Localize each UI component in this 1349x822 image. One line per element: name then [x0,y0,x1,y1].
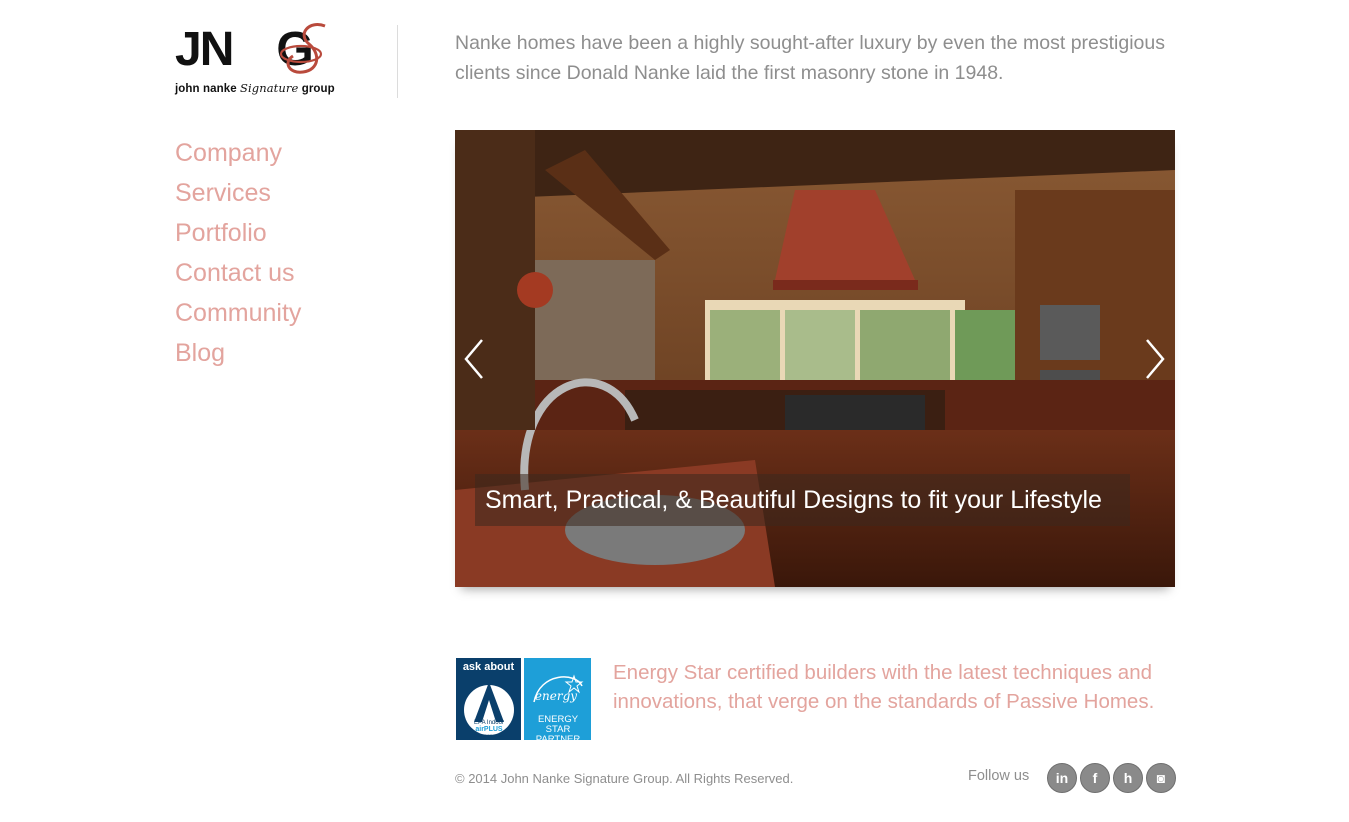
energy-script-text: energy [535,689,577,703]
nav-item-contact-us[interactable]: Contact us [175,253,301,293]
logo[interactable]: JN G john nanke Signature group [175,22,370,100]
logo-subtitle: john nanke Signature group [175,81,335,95]
intro-text: Nanke homes have been a highly sought-af… [455,32,1165,84]
nav-item-portfolio[interactable]: Portfolio [175,213,301,253]
follow-us-label: Follow us [968,768,1030,784]
instagram-icon[interactable]: ◙ [1146,763,1176,793]
copyright-text: © 2014 John Nanke Signature Group. All R… [455,771,794,786]
certification-badges: ask about EPA Indoor airPLUS QUALIFIED H… [456,658,591,745]
airplus-line2: airPLUS [475,726,503,733]
nav-item-company[interactable]: Company [175,133,301,173]
airplus-ask-about: ask about [462,661,515,673]
slider-caption: Smart, Practical, & Beautiful Designs to… [475,474,1130,526]
houzz-icon[interactable]: h [1113,763,1143,793]
nav-item-community[interactable]: Community [175,293,301,333]
energy-star-badge[interactable]: energy ENERGY STAR PARTNER [524,658,591,745]
slider-prev-icon[interactable] [462,336,486,382]
energy-star-text: Energy Star certified builders with the … [613,661,1155,713]
linkedin-icon[interactable]: in [1047,763,1077,793]
energy-star-label: ENERGY STAR PARTNER [535,714,581,745]
nav-item-blog[interactable]: Blog [175,333,301,373]
header-divider [397,25,398,98]
epa-airplus-badge[interactable]: ask about EPA Indoor airPLUS QUALIFIED H… [456,658,521,740]
facebook-icon[interactable]: f [1080,763,1110,793]
airplus-line3: QUALIFIED HOME [474,734,505,738]
main-nav: Company Services Portfolio Contact us Co… [175,133,301,373]
airplus-logo-icon: EPA Indoor airPLUS QUALIFIED HOME [464,682,514,738]
slider-next-icon[interactable] [1143,336,1167,382]
energy-star-logo-icon: energy [533,674,584,703]
logo-script-s-icon [279,23,326,74]
nav-item-services[interactable]: Services [175,173,301,213]
